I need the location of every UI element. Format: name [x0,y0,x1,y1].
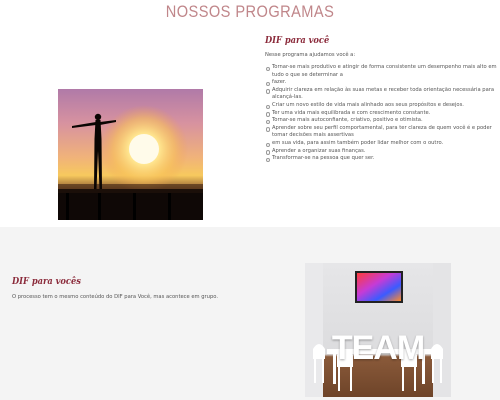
section-heading: DIF para você [265,36,330,46]
list-item: Tornar-se mais autoconfiante, criativo, … [265,117,500,125]
intro-text: Nesse programa ajudamos você a: [265,52,356,58]
section-text: O processo tem o mesmo conteúdo do DIF p… [12,294,218,300]
dif-para-voce-content: DIF para você Nesse programa ajudamos vo… [265,36,500,163]
section-dif-para-voce: DIF para você Nesse programa ajudamos vo… [0,26,500,227]
list-item: Aprender a organizar suas finanças. [265,148,500,156]
benefits-list: Tornar-se mais produtivo e atingir de fo… [265,64,500,163]
section-dif-para-voces: DIF para vocês O processo tem o mesmo co… [0,227,500,400]
list-item: fazer. [265,79,500,87]
dif-para-voces-content: DIF para vocês O processo tem o mesmo co… [12,277,272,300]
team-word: TEAM [331,329,425,367]
list-item: Adquirir clareza em relação às suas meta… [265,87,500,102]
list-item: Tornar-se mais produtivo e atingir de fo… [265,64,500,79]
list-item: Ter uma vida mais equilibrada e com cres… [265,110,500,118]
list-item: Transformar-se na pessoa que quer ser. [265,155,500,163]
list-item: Criar um novo estilo de vida mais alinha… [265,102,500,110]
sunset-illustration [58,105,203,220]
team-meeting-room-photo: TEAM [305,263,451,397]
list-item: em sua vida, para assim também poder lid… [265,140,500,148]
section-heading: DIF para vocês [12,277,81,287]
page-title: NOSSOS PROGRAMAS [165,2,335,21]
silhouette-sunset-photo [58,89,203,220]
list-item: Aprender sobre seu perfil comportamental… [265,125,500,140]
